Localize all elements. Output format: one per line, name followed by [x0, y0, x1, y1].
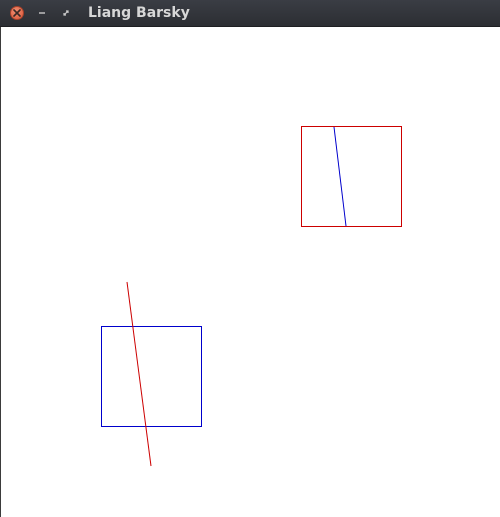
minimize-button[interactable] — [35, 6, 49, 20]
window-title: Liang Barsky — [88, 5, 190, 21]
clip-window-red — [301, 126, 402, 227]
unclipped-line-red — [126, 281, 152, 467]
minimize-icon — [39, 12, 45, 14]
maximize-icon — [63, 10, 69, 16]
clip-window-blue — [101, 326, 202, 427]
drawing-canvas — [0, 27, 500, 517]
title-bar[interactable]: Liang Barsky — [0, 0, 500, 27]
clipped-line-blue — [333, 126, 347, 227]
maximize-button[interactable] — [59, 6, 73, 20]
close-icon — [13, 9, 21, 17]
close-button[interactable] — [10, 6, 24, 20]
canvas-drawing — [101, 126, 402, 467]
app-window: Liang Barsky — [0, 0, 500, 517]
